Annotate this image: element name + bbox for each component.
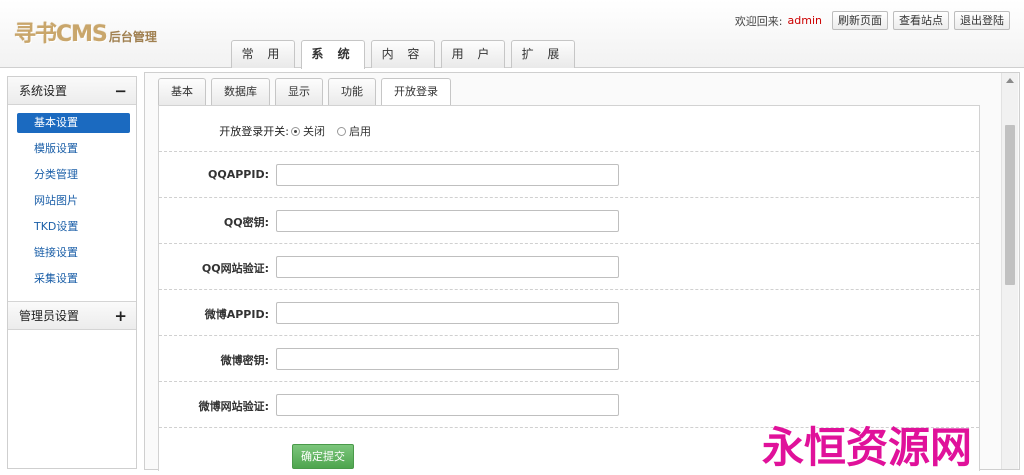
refresh-page-button[interactable]: 刷新页面 [832,11,888,30]
qq-site-verify-label: QQ网站验证: [201,262,269,275]
expand-icon[interactable]: + [114,307,127,325]
radio-unchecked-icon[interactable] [337,126,346,136]
nav-tab-common[interactable]: 常 用 [231,40,295,68]
sidebar-list: 基本设置 模版设置 分类管理 网站图片 TKD设置 链接设置 采集设置 [8,105,136,302]
qq-site-verify-input[interactable] [276,256,619,278]
tab-display[interactable]: 显示 [275,78,323,105]
collapse-icon[interactable]: − [114,82,127,100]
radio-off-label: 关闭 [303,125,325,138]
weibo-appid-input[interactable] [276,302,619,324]
radio-on[interactable]: 启用 [337,123,371,139]
sidebar-item-link-settings[interactable]: 链接设置 [17,243,130,263]
sidebar-section-admin-settings[interactable]: 管理员设置 + [8,302,136,330]
radio-checked-icon[interactable] [291,126,300,136]
qq-secret-row: QQ密钥: [159,198,979,244]
weibo-appid-row: 微博APPID: [159,290,979,336]
settings-tabs: 基本 数据库 显示 功能 开放登录 [158,78,451,106]
sidebar-section-title: 系统设置 [19,84,68,98]
tab-database[interactable]: 数据库 [211,78,270,105]
username: admin [787,14,822,27]
qq-appid-input[interactable] [276,164,619,186]
radio-on-label: 启用 [349,125,371,138]
tab-basic[interactable]: 基本 [158,78,206,105]
welcome-text: 欢迎回来: [734,14,783,28]
nav-tab-system[interactable]: 系 统 [301,40,365,69]
top-bar: 欢迎回来: admin 刷新页面 查看站点 退出登陆 [735,11,1010,30]
qq-appid-label: QQAPPID: [208,168,269,181]
submit-button[interactable]: 确定提交 [292,444,354,469]
nav-tab-extensions[interactable]: 扩 展 [511,40,575,68]
watermark: 永恒资源网 [762,423,973,472]
vertical-scrollbar[interactable] [1001,73,1018,469]
logout-button[interactable]: 退出登陆 [954,11,1010,30]
open-login-switch-row: 开放登录开关: 关闭 启用 [159,106,979,152]
main-nav: 常 用 系 统 内 容 用 户 扩 展 [231,40,575,69]
main-content: 基本 数据库 显示 功能 开放登录 开放登录开关: 关闭 启用 QQAPPID: [144,72,1020,471]
weibo-secret-label: 微博密钥: [220,354,269,367]
scroll-thumb[interactable] [1005,125,1015,285]
sidebar-section-title: 管理员设置 [19,309,80,323]
sidebar-item-site-images[interactable]: 网站图片 [17,191,130,211]
sidebar-item-basic-settings[interactable]: 基本设置 [17,113,130,133]
open-login-switch-label: 开放登录开关: [219,125,289,138]
weibo-site-verify-label: 微博网站验证: [198,400,269,413]
sidebar-item-tkd-settings[interactable]: TKD设置 [17,217,130,237]
logo-sub: 后台管理 [108,30,157,44]
weibo-appid-label: 微博APPID: [204,308,269,321]
radio-off[interactable]: 关闭 [291,123,325,139]
header: 寻书CMS 后台管理 欢迎回来: admin 刷新页面 查看站点 退出登陆 常 … [0,0,1024,69]
weibo-secret-row: 微博密钥: [159,336,979,382]
sidebar-item-collect-settings[interactable]: 采集设置 [17,269,130,289]
weibo-site-verify-input[interactable] [276,394,619,416]
nav-tab-content[interactable]: 内 容 [371,40,435,68]
scroll-up-arrow-icon[interactable] [1006,78,1014,83]
sidebar-item-template-settings[interactable]: 模版设置 [17,139,130,159]
sidebar: 系统设置 − 基本设置 模版设置 分类管理 网站图片 TKD设置 链接设置 采集… [7,76,137,469]
sidebar-section-system-settings[interactable]: 系统设置 − [8,77,136,105]
sidebar-item-category-management[interactable]: 分类管理 [17,165,130,185]
logo-main: 寻书CMS [14,22,108,47]
qq-site-verify-row: QQ网站验证: [159,244,979,290]
tab-features[interactable]: 功能 [328,78,376,105]
nav-tab-users[interactable]: 用 户 [441,40,505,68]
tab-open-login[interactable]: 开放登录 [381,78,451,106]
qq-secret-input[interactable] [276,210,619,232]
open-login-radio-group: 关闭 启用 [291,123,371,139]
qq-secret-label: QQ密钥: [223,216,269,229]
logo: 寻书CMS 后台管理 [14,16,157,48]
view-site-button[interactable]: 查看站点 [893,11,949,30]
weibo-secret-input[interactable] [276,348,619,370]
qq-appid-row: QQAPPID: [159,152,979,198]
